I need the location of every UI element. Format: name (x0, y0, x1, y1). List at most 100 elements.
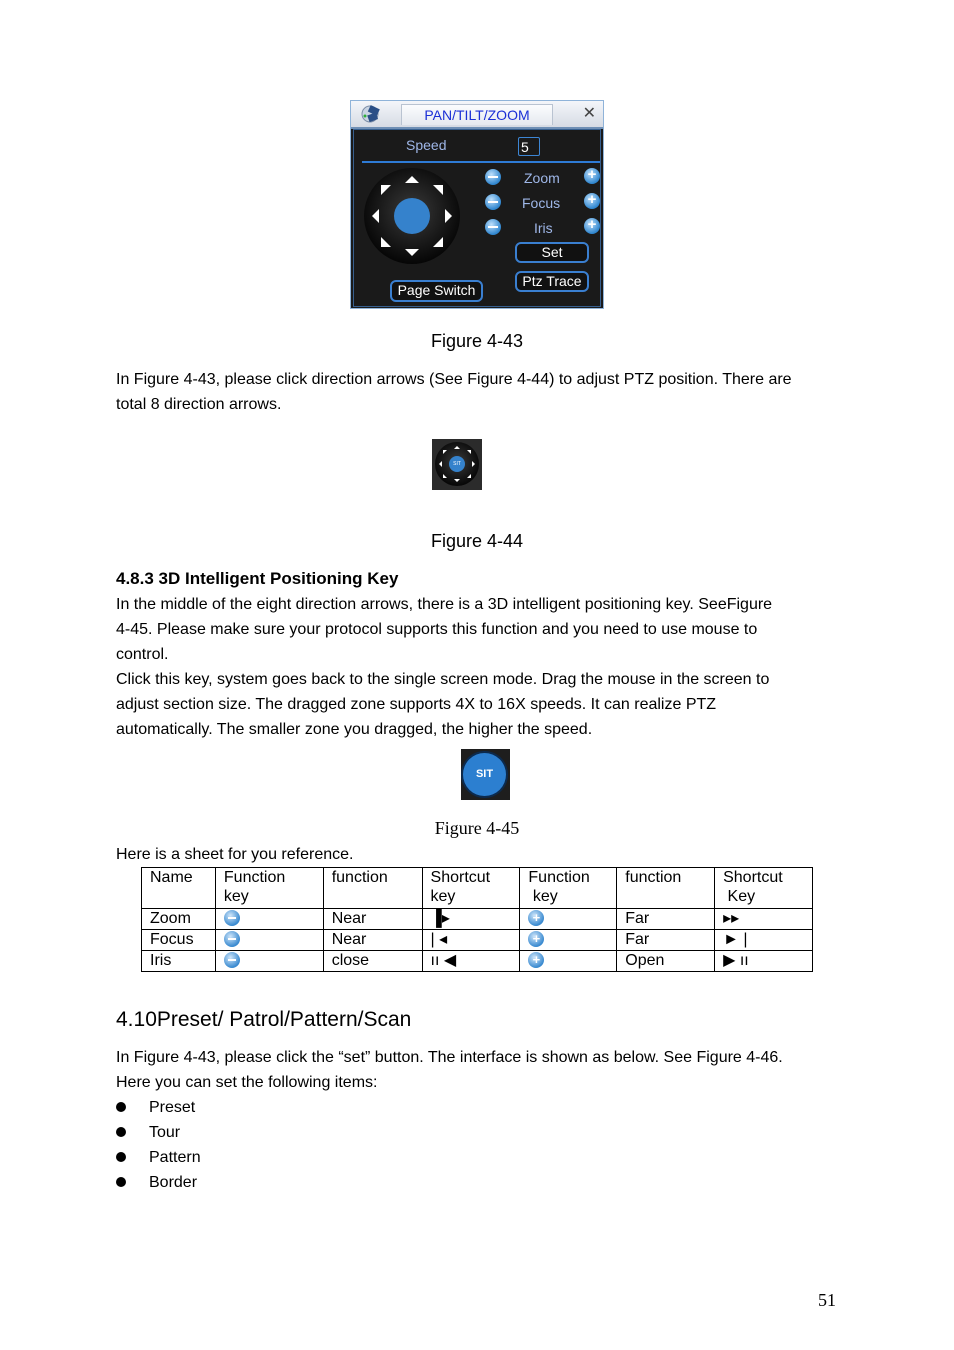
arrow-up-right-icon[interactable] (433, 185, 443, 195)
arrow-down-left-icon (443, 474, 447, 478)
paragraph-line: total 8 direction arrows. (116, 396, 282, 413)
table-header-row: Name Function key function Shortcut key Fu… (141, 867, 813, 909)
arrow-up-right-icon (467, 450, 471, 454)
plus-icon (528, 929, 545, 949)
arrow-up-icon[interactable] (405, 176, 419, 183)
shortcut-cell: ▸▸ (714, 908, 813, 930)
arrow-down-right-icon (467, 474, 471, 478)
plus-icon (528, 908, 545, 928)
function-cell: Near (322, 929, 423, 951)
ptz-trace-button[interactable]: Ptz Trace (515, 271, 589, 292)
section-title: Preset/ Patrol/Pattern/Scan (156, 1008, 412, 1031)
list-item: Border (149, 1174, 198, 1191)
arrow-down-icon[interactable] (405, 249, 419, 256)
focus-label: Focus (522, 195, 561, 211)
header-cell: function (322, 867, 423, 909)
arrow-down-right-icon[interactable] (433, 237, 443, 247)
section-heading: 4.10Preset/ Patrol/Pattern/Scan (116, 1008, 411, 1032)
header-cell: Function key (519, 867, 618, 909)
page-number: 51 (818, 1290, 836, 1310)
shortcut-cell: ıı ◀ (421, 950, 521, 972)
focus-minus-button[interactable] (485, 194, 501, 210)
header-cell: Shortcut Key (714, 867, 813, 909)
name-cell: Focus (141, 929, 216, 951)
arrow-down-left-icon[interactable] (381, 237, 391, 247)
zoom-label: Zoom (524, 170, 560, 186)
iris-plus-button[interactable] (584, 216, 600, 234)
divider (362, 161, 600, 163)
function-cell: Near (322, 908, 423, 930)
set-button[interactable]: Set (515, 242, 589, 263)
minus-icon (223, 930, 240, 947)
sit-key-icon: SIT (449, 456, 465, 472)
function-key-cell (519, 929, 618, 951)
minus-icon (223, 951, 240, 968)
figure-4-45-caption: Figure 4-45 (434, 818, 520, 838)
function-key-cell (214, 950, 324, 972)
shortcut-cell: ▶ ıı (714, 950, 813, 972)
paragraph-line: In Figure 4-43, please click the “set” b… (116, 1049, 783, 1066)
list-item: Preset (149, 1099, 196, 1116)
arrow-left-icon[interactable] (372, 209, 379, 223)
function-cell: Far (616, 908, 716, 930)
header-cell: Shortcut key (421, 867, 521, 909)
paragraph-line: automatically. The smaller zone you drag… (116, 721, 593, 738)
arrow-up-icon (454, 446, 460, 449)
function-key-cell (214, 929, 324, 951)
plus-icon (528, 950, 545, 970)
function-cell: Far (616, 929, 716, 951)
list-item: Tour (149, 1124, 181, 1141)
table-row: Zoom Near ▐▸ Far ▸▸ (141, 908, 813, 930)
shortcut-cell: ► | (714, 929, 813, 951)
3d-positioning-key[interactable] (394, 198, 430, 234)
ptz-camera-icon (361, 105, 380, 123)
function-key-cell (519, 950, 618, 972)
bullet-icon (116, 1177, 126, 1187)
page-switch-button[interactable]: Page Switch (390, 280, 483, 302)
bullet-icon (116, 1152, 126, 1162)
paragraph-line: Click this key, system goes back to the … (116, 671, 770, 688)
zoom-plus-button[interactable] (584, 166, 600, 184)
paragraph-line: control. (116, 646, 169, 663)
list-item: Pattern (149, 1149, 201, 1166)
focus-plus-button[interactable] (584, 191, 600, 209)
dialog-titlebar: PAN/TILT/ZOOM ✕ (351, 101, 603, 129)
table-row: Iris close ıı ◀ Open ▶ ıı (141, 950, 813, 972)
arrow-up-left-icon (443, 450, 447, 454)
speed-label: Speed (406, 137, 447, 153)
shortcut-cell: ▐▸ (421, 908, 521, 930)
function-cell: Open (616, 950, 716, 972)
paragraph-line: 4-45. Please make sure your protocol sup… (116, 621, 758, 638)
name-cell: Zoom (141, 908, 216, 930)
close-icon[interactable]: ✕ (583, 104, 596, 124)
iris-minus-button[interactable] (485, 219, 501, 235)
sit-key-icon: SIT (463, 753, 506, 796)
figure-4-44-caption: Figure 4-44 (430, 531, 524, 551)
function-key-cell (519, 908, 618, 930)
paragraph-line: In the middle of the eight direction arr… (116, 596, 773, 613)
shortcut-reference-table: Name Function key function Shortcut key Fu… (141, 867, 813, 972)
sheet-intro: Here is a sheet for you reference. (116, 846, 354, 863)
function-key-cell (214, 908, 324, 930)
dialog-body: Speed 5 Zoom Focus Iris Set Ptz Trace Pa… (353, 129, 601, 307)
zoom-minus-button[interactable] (485, 169, 501, 185)
arrow-up-left-icon[interactable] (381, 185, 391, 195)
arrow-left-icon (439, 461, 442, 467)
function-cell: close (322, 950, 423, 972)
sit-key-figure: SIT (461, 749, 510, 800)
header-cell: Function key (214, 867, 324, 909)
ptz-dialog-figure: PAN/TILT/ZOOM ✕ Speed 5 Zoom Focus Iris … (350, 100, 604, 309)
direction-pad[interactable] (364, 168, 460, 264)
header-cell: function (616, 867, 716, 909)
figure-4-43-caption: Figure 4-43 (430, 331, 524, 351)
dialog-title: PAN/TILT/ZOOM (401, 104, 553, 125)
iris-label: Iris (534, 220, 553, 236)
header-cell: Name (141, 867, 216, 909)
arrow-right-icon[interactable] (445, 209, 452, 223)
minus-icon (223, 909, 240, 926)
paragraph-line: Here you can set the following items: (116, 1074, 378, 1091)
section-number: 4.10 (116, 1008, 157, 1031)
direction-arrows-figure: SIT (432, 439, 482, 490)
arrow-right-icon (472, 461, 475, 467)
speed-input[interactable]: 5 (518, 137, 540, 156)
